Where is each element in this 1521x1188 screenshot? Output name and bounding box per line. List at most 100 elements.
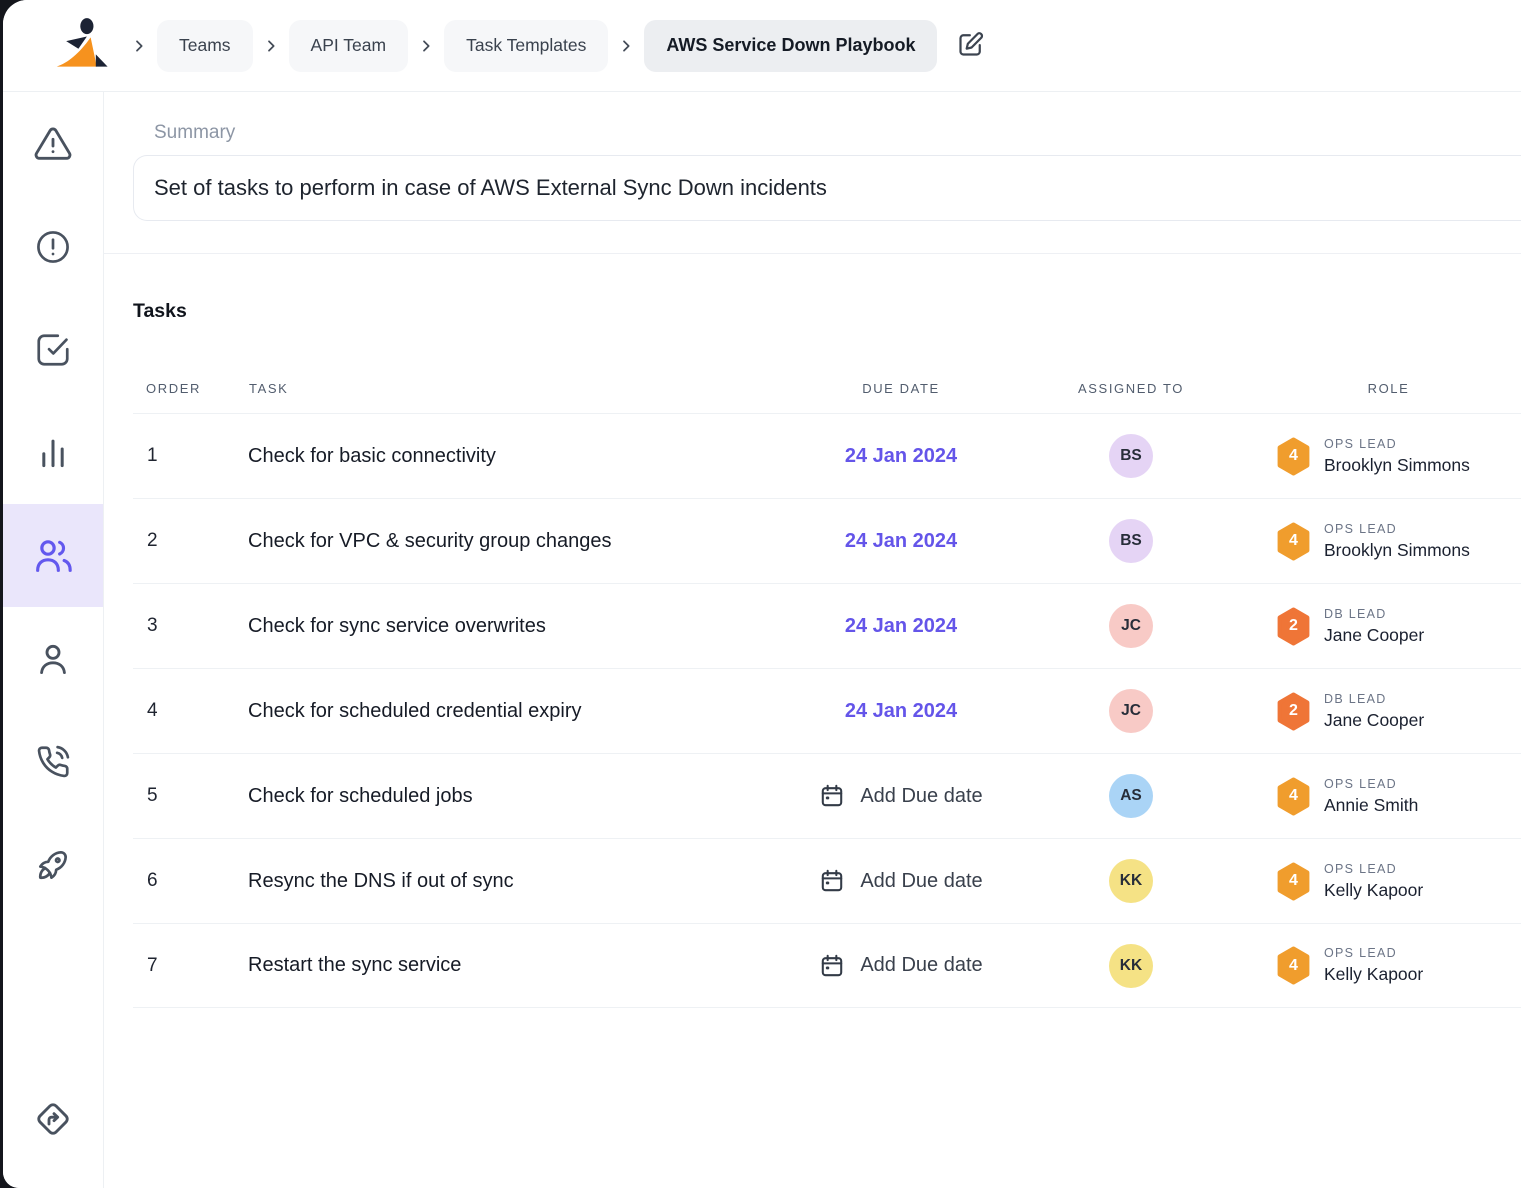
add-due-date-button[interactable]: Add Due date <box>819 783 982 809</box>
task-order: 6 <box>133 870 248 892</box>
role-level-number: 4 <box>1276 777 1311 816</box>
sidebar-item-teams[interactable] <box>3 504 103 607</box>
column-header-due-date: Due date <box>796 381 1006 396</box>
summary-label: Summary <box>154 122 1521 144</box>
role-label: Ops Lead <box>1324 862 1423 876</box>
task-row[interactable]: 7 Restart the sync service Add Due date … <box>133 923 1521 1008</box>
calendar-icon <box>819 868 845 894</box>
role-level-badge-icon: 4 <box>1276 437 1311 476</box>
phone-call-icon <box>34 743 72 781</box>
task-row[interactable]: 4 Check for scheduled credential expiry … <box>133 668 1521 753</box>
chevron-right-icon <box>263 38 279 54</box>
bar-chart-icon <box>34 434 72 472</box>
role-label: Ops Lead <box>1324 946 1423 960</box>
task-order: 1 <box>133 445 248 467</box>
assignee-avatar[interactable]: AS <box>1109 774 1153 818</box>
role-level-badge-icon: 4 <box>1276 946 1311 985</box>
due-date-cell: Add Due date <box>796 868 1006 894</box>
role-level-badge-icon: 2 <box>1276 692 1311 731</box>
column-header-assigned-to: Assigned to <box>1006 381 1256 396</box>
due-date-cell: Add Due date <box>796 783 1006 809</box>
role-text: Ops Lead Annie Smith <box>1324 777 1418 816</box>
tasks-title: Tasks <box>133 300 1521 323</box>
sidebar-item-launch[interactable] <box>3 813 103 916</box>
edit-playbook-name-button[interactable] <box>957 30 985 61</box>
role-cell: 4 Ops Lead Brooklyn Simmons <box>1256 522 1521 561</box>
sidebar-item-alerts[interactable] <box>3 195 103 298</box>
task-order: 4 <box>133 700 248 722</box>
assigned-to-cell: JC <box>1006 604 1256 648</box>
task-row[interactable]: 2 Check for VPC & security group changes… <box>133 498 1521 583</box>
sidebar-item-analytics[interactable] <box>3 401 103 504</box>
role-name: Brooklyn Simmons <box>1324 540 1470 561</box>
due-date-value[interactable]: 24 Jan 2024 <box>845 530 957 553</box>
main-content: Summary Tasks Order Task Due date Assign… <box>104 92 1521 1188</box>
add-due-date-button[interactable]: Add Due date <box>819 953 982 979</box>
task-row[interactable]: 5 Check for scheduled jobs Add Due date … <box>133 753 1521 838</box>
role-cell: 2 DB Lead Jane Cooper <box>1256 607 1521 646</box>
add-due-date-label: Add Due date <box>860 785 982 808</box>
zenduty-logo-icon <box>53 16 117 75</box>
chevron-right-icon <box>418 38 434 54</box>
role-label: Ops Lead <box>1324 522 1470 536</box>
breadcrumb-item-api-team[interactable]: API Team <box>289 20 409 72</box>
task-order: 2 <box>133 530 248 552</box>
breadcrumb: Teams API Team Task Templates AWS Servic… <box>157 20 937 72</box>
due-date-cell: 24 Jan 2024 <box>796 445 1006 468</box>
role-text: Ops Lead Kelly Kapoor <box>1324 946 1423 985</box>
role-cell: 2 DB Lead Jane Cooper <box>1256 692 1521 731</box>
sidebar-item-on-call[interactable] <box>3 710 103 813</box>
role-cell: 4 Ops Lead Annie Smith <box>1256 777 1521 816</box>
role-level-number: 2 <box>1276 692 1311 731</box>
role-level-badge-icon: 4 <box>1276 777 1311 816</box>
due-date-value[interactable]: 24 Jan 2024 <box>845 445 957 468</box>
assigned-to-cell: KK <box>1006 859 1256 903</box>
task-row[interactable]: 3 Check for sync service overwrites 24 J… <box>133 583 1521 668</box>
user-icon <box>34 640 72 678</box>
alert-circle-icon <box>34 228 72 266</box>
role-name: Brooklyn Simmons <box>1324 455 1470 476</box>
due-date-cell: 24 Jan 2024 <box>796 615 1006 638</box>
due-date-value[interactable]: 24 Jan 2024 <box>845 615 957 638</box>
assignee-avatar[interactable]: JC <box>1109 604 1153 648</box>
add-due-date-button[interactable]: Add Due date <box>819 868 982 894</box>
summary-input[interactable] <box>133 155 1521 221</box>
directions-icon <box>33 1099 73 1139</box>
app-logo[interactable] <box>53 17 121 75</box>
summary-section: Summary <box>104 92 1521 254</box>
role-name: Jane Cooper <box>1324 710 1424 731</box>
calendar-icon <box>819 783 845 809</box>
breadcrumb-item-teams[interactable]: Teams <box>157 20 253 72</box>
role-cell: 4 Ops Lead Kelly Kapoor <box>1256 862 1521 901</box>
role-name: Annie Smith <box>1324 795 1418 816</box>
role-cell: 4 Ops Lead Brooklyn Simmons <box>1256 437 1521 476</box>
breadcrumb-item-task-templates[interactable]: Task Templates <box>444 20 608 72</box>
role-level-badge-icon: 4 <box>1276 522 1311 561</box>
role-level-number: 4 <box>1276 946 1311 985</box>
task-name: Resync the DNS if out of sync <box>248 870 796 893</box>
alert-triangle-icon <box>33 124 73 164</box>
task-name: Check for sync service overwrites <box>248 615 796 638</box>
assignee-avatar[interactable]: BS <box>1109 434 1153 478</box>
sidebar-item-incidents[interactable] <box>3 92 103 195</box>
sidebar-item-tasks[interactable] <box>3 298 103 401</box>
breadcrumb-item-current-playbook[interactable]: AWS Service Down Playbook <box>644 20 937 72</box>
task-row[interactable]: 1 Check for basic connectivity 24 Jan 20… <box>133 413 1521 498</box>
assignee-avatar[interactable]: KK <box>1109 859 1153 903</box>
role-label: DB Lead <box>1324 692 1424 706</box>
assignee-avatar[interactable]: KK <box>1109 944 1153 988</box>
sidebar-item-directions[interactable] <box>3 1067 103 1170</box>
sidebar-item-profile[interactable] <box>3 607 103 710</box>
task-row[interactable]: 6 Resync the DNS if out of sync Add Due … <box>133 838 1521 923</box>
assignee-avatar[interactable]: JC <box>1109 689 1153 733</box>
assigned-to-cell: AS <box>1006 774 1256 818</box>
assignee-avatar[interactable]: BS <box>1109 519 1153 563</box>
rocket-icon <box>34 846 72 884</box>
role-name: Kelly Kapoor <box>1324 964 1423 985</box>
task-name: Check for basic connectivity <box>248 445 796 468</box>
role-level-number: 4 <box>1276 522 1311 561</box>
due-date-value[interactable]: 24 Jan 2024 <box>845 700 957 723</box>
task-name: Check for scheduled credential expiry <box>248 700 796 723</box>
due-date-cell: Add Due date <box>796 953 1006 979</box>
chevron-right-icon <box>131 38 147 54</box>
